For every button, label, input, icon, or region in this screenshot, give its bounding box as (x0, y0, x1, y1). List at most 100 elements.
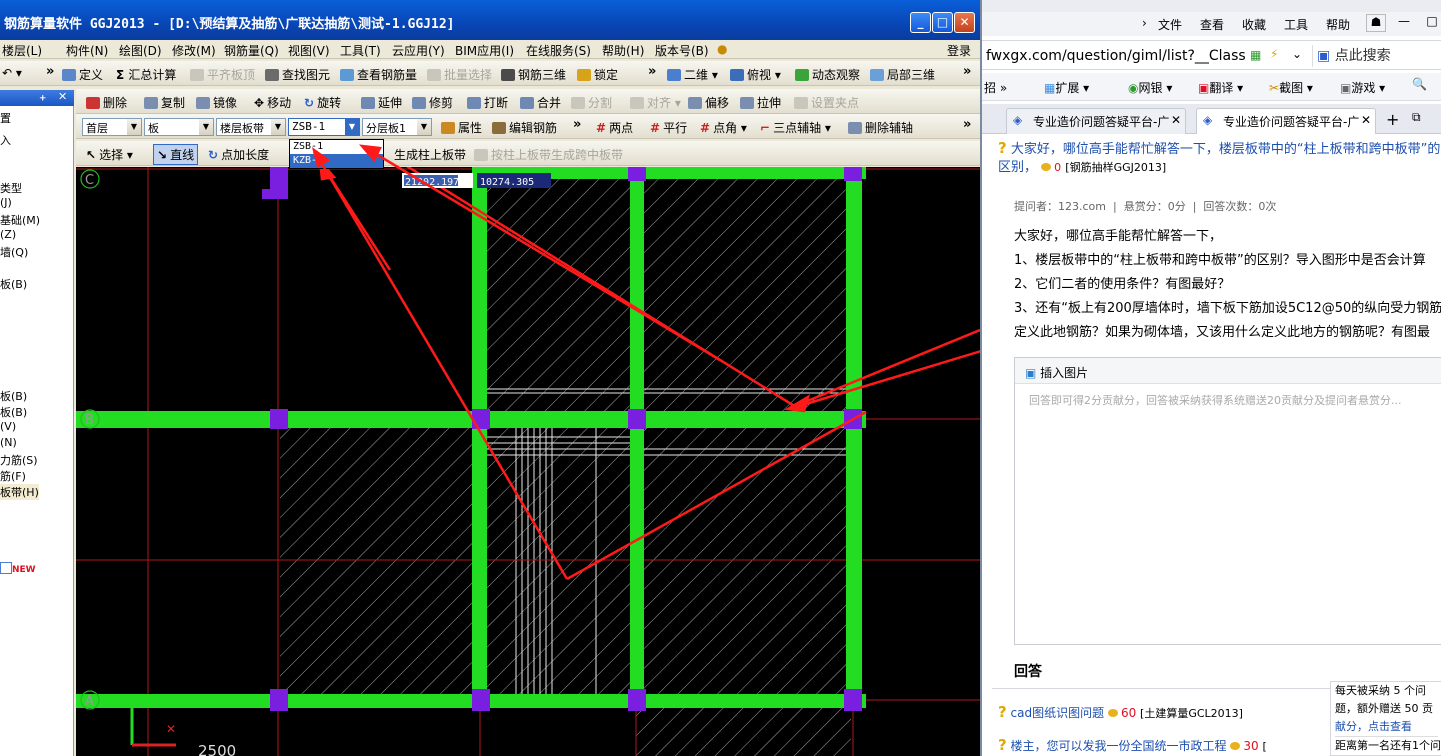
games-button[interactable]: ▣游戏 ▾ (1340, 79, 1385, 96)
menu-draw[interactable]: 绘图(D) (119, 42, 162, 59)
view-2d-select[interactable]: 二维 ▾ (667, 66, 718, 83)
toolbar-overflow-icon[interactable]: » (963, 117, 971, 132)
browser-menu-help[interactable]: 帮助 (1326, 16, 1350, 33)
delete-button[interactable]: 删除 (86, 94, 127, 111)
summary-calc-button[interactable]: Σ 汇总计算 (116, 66, 176, 83)
browser-menu-file[interactable]: 文件 (1158, 16, 1182, 33)
login-link[interactable]: 登录 (947, 42, 971, 59)
qr-icon[interactable]: ▦ (1250, 48, 1261, 62)
bar-item[interactable]: 招 » (984, 79, 1007, 96)
rebar-3d-button[interactable]: 钢筋三维 (501, 66, 566, 83)
tab-2-active[interactable]: ◈ 专业造价问题答疑平台-广 ✕ (1196, 108, 1376, 134)
category-select[interactable]: 板 ▼ (144, 118, 214, 136)
component-select[interactable]: ZSB-1 ▼ (288, 118, 360, 136)
tab-list-icon[interactable]: ⧉ (1412, 110, 1421, 125)
menu-tools[interactable]: 工具(T) (340, 42, 381, 59)
delete-axis-button[interactable]: 删除辅轴 (848, 119, 913, 136)
dynamic-view-button[interactable]: 动态观察 (795, 66, 860, 83)
menu-view[interactable]: 视图(V) (288, 42, 330, 59)
panel-item[interactable]: (N) (0, 436, 17, 449)
panel-item[interactable]: (Z) (0, 228, 16, 241)
screenshot-button[interactable]: ✂截图 ▾ (1269, 79, 1313, 96)
ebank-button[interactable]: ◉网银 ▾ (1128, 79, 1172, 96)
menu-online[interactable]: 在线服务(S) (526, 42, 591, 59)
panel-item[interactable]: 类型 (0, 180, 22, 196)
tip-link[interactable]: 献分，点击查看 (1335, 720, 1412, 733)
search-box[interactable]: ▣ 点此搜索 (1312, 45, 1441, 67)
panel-close-icon[interactable]: ✕ (58, 90, 67, 103)
point-length-button[interactable]: ↻ 点加长度 (208, 146, 269, 163)
grip-button[interactable]: 设置夹点 (794, 94, 859, 111)
copy-button[interactable]: 复制 (144, 94, 185, 111)
toolbar-overflow-icon[interactable]: » (573, 117, 581, 132)
properties-button[interactable]: 属性 (441, 119, 482, 136)
menu-component[interactable]: 构件(N) (66, 42, 108, 59)
answer-textarea[interactable]: 回答即可得2分贡献分，回答被采纳获得系统赠送20贡献分及提问者悬赏分... (1015, 384, 1441, 416)
new-item[interactable]: NEW (0, 562, 36, 575)
minimize-button[interactable]: _ (910, 12, 931, 33)
move-button[interactable]: ✥ 移动 (254, 94, 291, 111)
browser-maximize-icon[interactable]: □ (1422, 14, 1441, 28)
panel-item[interactable]: 置 (0, 110, 11, 126)
align-button[interactable]: 对齐 ▾ (630, 94, 681, 111)
tab-1[interactable]: ◈ 专业造价问题答疑平台-广 ✕ (1006, 108, 1186, 134)
menu-modify[interactable]: 修改(M) (172, 42, 216, 59)
batch-select-button[interactable]: 批量选择 (427, 66, 492, 83)
menu-floor[interactable]: 楼层(L) (2, 42, 42, 59)
translate-button[interactable]: ▣翻译 ▾ (1198, 79, 1243, 96)
search-icon[interactable]: 🔍 (1412, 77, 1427, 91)
menu-bim[interactable]: BIM应用(I) (455, 42, 514, 59)
partial-3d-button[interactable]: 局部三维 (870, 66, 935, 83)
related-question-link[interactable]: cad图纸识图问题 (1011, 706, 1105, 720)
panel-item[interactable]: 墙(Q) (0, 244, 28, 260)
menu-version[interactable]: 版本号(B) (655, 42, 709, 59)
three-point-axis-button[interactable]: ⌐ 三点辅轴 ▾ (760, 119, 831, 136)
break-button[interactable]: 打断 (467, 94, 508, 111)
mirror-button[interactable]: 镜像 (196, 94, 237, 111)
browser-minimize-icon[interactable]: — (1394, 14, 1414, 28)
rotate-button[interactable]: ↻ 旋转 (304, 94, 341, 111)
flush-slab-top-button[interactable]: 平齐板顶 (190, 66, 255, 83)
toolbar-overflow-icon[interactable]: » (648, 64, 656, 79)
point-angle-button[interactable]: # 点角 ▾ (700, 119, 747, 136)
tab-close-icon[interactable]: ✕ (1361, 113, 1371, 127)
parallel-button[interactable]: # 平行 (650, 119, 687, 136)
stretch-button[interactable]: 拉伸 (740, 94, 781, 111)
panel-item[interactable]: 板(B) (0, 276, 27, 292)
lightning-icon[interactable]: ⚡ (1270, 47, 1278, 61)
smiley-icon[interactable]: ● (717, 42, 727, 56)
select-button[interactable]: ↖ 选择 ▾ (86, 146, 133, 163)
menu-cloud[interactable]: 云应用(Y) (392, 42, 445, 59)
related-question-link[interactable]: 楼主，您可以发我一份全国统一市政工程 (1011, 739, 1227, 753)
line-button[interactable]: ↘ 直线 (153, 144, 199, 165)
extensions-button[interactable]: ▦扩展 ▾ (1044, 79, 1089, 96)
maximize-button[interactable]: □ (932, 12, 953, 33)
type-select[interactable]: 楼层板带 ▼ (216, 118, 286, 136)
panel-item[interactable]: (J) (0, 196, 12, 209)
trim-button[interactable]: 修剪 (412, 94, 453, 111)
browser-menu-view[interactable]: 查看 (1200, 16, 1224, 33)
layer-select[interactable]: 分层板1 ▼ (362, 118, 432, 136)
panel-item[interactable]: 力筋(S) (0, 452, 38, 468)
panel-item[interactable]: (V) (0, 420, 16, 433)
define-button[interactable]: 定义 (62, 66, 103, 83)
panel-item[interactable]: 板(B) (0, 388, 27, 404)
edit-rebar-button[interactable]: 编辑钢筋 (492, 119, 557, 136)
merge-button[interactable]: 合并 (520, 94, 561, 111)
panel-item-selected[interactable]: 板带(H) (0, 484, 39, 500)
answer-editor[interactable]: ▣ 插入图片 回答即可得2分贡献分，回答被采纳获得系统赠送20贡献分及提问者悬赏… (1014, 357, 1441, 645)
pin-icon[interactable]: ᚐ (40, 91, 45, 104)
browser-menu-favorites[interactable]: 收藏 (1242, 16, 1266, 33)
browser-menu-tools[interactable]: 工具 (1284, 16, 1308, 33)
tab-close-icon[interactable]: ✕ (1171, 113, 1181, 127)
panel-item[interactable]: 入 (0, 132, 11, 148)
close-button[interactable]: ✕ (954, 12, 975, 33)
menu-rebar[interactable]: 钢筋量(Q) (224, 42, 279, 59)
find-element-button[interactable]: 查找图元 (265, 66, 330, 83)
split-button[interactable]: 分割 (571, 94, 612, 111)
floor-select[interactable]: 首层 ▼ (82, 118, 142, 136)
extend-button[interactable]: 延伸 (361, 94, 402, 111)
insert-image-button[interactable]: 插入图片 (1040, 366, 1088, 380)
panel-item[interactable]: 筋(F) (0, 468, 26, 484)
view-rebar-button[interactable]: 查看钢筋量 (340, 66, 417, 83)
